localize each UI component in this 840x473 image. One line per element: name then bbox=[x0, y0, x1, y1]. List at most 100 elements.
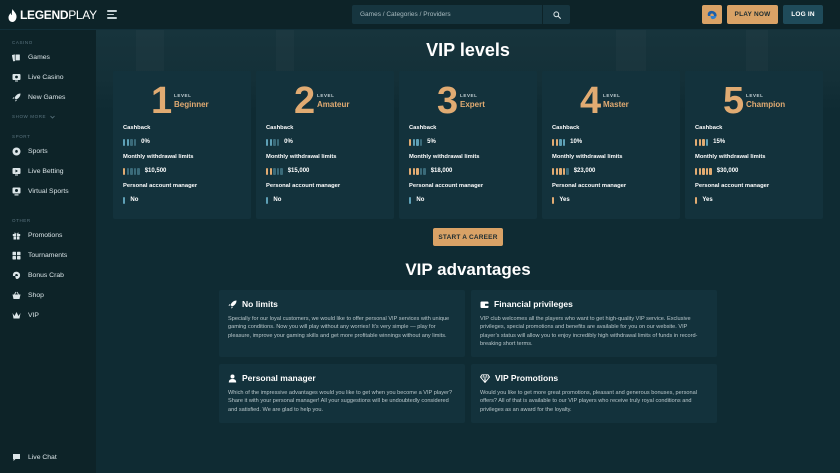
withdrawal-bars bbox=[266, 167, 283, 175]
manager-text: No bbox=[416, 197, 425, 203]
sidebar-item-promotions[interactable]: Promotions bbox=[12, 229, 62, 241]
manager-value: Yes bbox=[552, 196, 570, 204]
cashback-value: 10% bbox=[552, 138, 582, 146]
crab-icon bbox=[707, 10, 717, 19]
search-input[interactable] bbox=[352, 5, 542, 24]
sidebar-item-label: Promotions bbox=[28, 231, 63, 239]
level-name: Beginner bbox=[174, 100, 209, 109]
withdrawal-bar bbox=[123, 167, 126, 175]
cashback-label: Cashback bbox=[266, 125, 294, 131]
cashback-bar bbox=[419, 138, 423, 146]
sidebar-item-tournaments[interactable]: Tournaments bbox=[12, 249, 67, 261]
withdrawal-bar bbox=[130, 167, 133, 175]
sidebar-item-sports[interactable]: Sports bbox=[12, 145, 48, 157]
withdrawal-bars bbox=[409, 167, 426, 175]
cashback-value: 15% bbox=[695, 138, 725, 146]
sidebar-item-label: New Games bbox=[28, 93, 66, 101]
level-word: LEVEL bbox=[603, 93, 621, 98]
withdrawal-bar bbox=[705, 167, 709, 175]
withdrawal-text: $23,000 bbox=[573, 168, 596, 174]
cashback-bar bbox=[698, 138, 701, 146]
manager-bar bbox=[123, 196, 126, 204]
manager-bar bbox=[266, 196, 269, 204]
start-career-button[interactable]: START A CAREER bbox=[433, 228, 503, 246]
manager-bars bbox=[409, 196, 412, 204]
manager-bars bbox=[266, 196, 269, 204]
level-word: LEVEL bbox=[317, 93, 335, 98]
cashback-bar bbox=[269, 138, 272, 146]
play-now-button[interactable]: PLAY NOW bbox=[727, 5, 778, 24]
sidebar-item-virtual-sports[interactable]: Virtual Sports bbox=[12, 185, 69, 197]
level-name: Master bbox=[603, 100, 629, 109]
cashback-value: 0% bbox=[266, 138, 293, 146]
sidebar-item-live-casino[interactable]: Live Casino bbox=[12, 71, 64, 83]
sidebar-item-bonus-crab[interactable]: Bonus Crab bbox=[12, 269, 64, 281]
level-number: 2 bbox=[294, 80, 316, 122]
sidebar-item-label: Sports bbox=[28, 147, 48, 155]
live-chat-button[interactable]: Live Chat bbox=[12, 453, 57, 462]
gift-icon bbox=[12, 231, 21, 240]
cashback-label: Cashback bbox=[695, 125, 723, 131]
logo[interactable]: LEGENDPLAY bbox=[8, 8, 97, 22]
menu-icon[interactable] bbox=[107, 10, 117, 19]
advantage-text: Which of the impressive advantages would… bbox=[228, 390, 453, 413]
manager-bar bbox=[552, 196, 555, 204]
bonus-crab-button[interactable] bbox=[702, 5, 722, 24]
level-word: LEVEL bbox=[460, 93, 478, 98]
withdrawal-value: $23,000 bbox=[552, 167, 595, 175]
withdrawal-bar bbox=[133, 167, 137, 175]
level-word: LEVEL bbox=[174, 93, 192, 98]
vip-level-card: 3 LEVEL Expert Cashback 5% Monthly withd… bbox=[399, 71, 537, 219]
withdrawal-bar bbox=[137, 167, 140, 175]
withdrawal-label: Monthly withdrawal limits bbox=[266, 154, 337, 160]
show-more-label: SHOW MORE bbox=[12, 114, 47, 119]
person-icon bbox=[228, 374, 237, 382]
cashback-label: Cashback bbox=[123, 125, 151, 131]
sidebar-section-casino: CASINO bbox=[12, 40, 33, 45]
manager-label: Personal account manager bbox=[409, 183, 484, 189]
cashback-text: 0% bbox=[141, 139, 150, 145]
advantage-title: VIP Promotions bbox=[495, 373, 559, 383]
advantage-text: VIP club welcomes all the players who wa… bbox=[480, 316, 698, 348]
withdrawal-bar bbox=[709, 167, 712, 175]
login-button[interactable]: LOG IN bbox=[783, 5, 823, 24]
manager-value: Yes bbox=[695, 196, 713, 204]
withdrawal-bar bbox=[562, 167, 566, 175]
withdrawal-bar bbox=[126, 167, 129, 175]
sidebar-item-live-betting[interactable]: Live Betting bbox=[12, 165, 64, 177]
withdrawal-bar bbox=[702, 167, 705, 175]
top-bar: LEGENDPLAY PLAY NOW LOG IN bbox=[0, 0, 840, 30]
level-number: 1 bbox=[151, 80, 173, 122]
withdrawal-bar bbox=[566, 167, 569, 175]
vip-level-card: 4 LEVEL Master Cashback 10% Monthly with… bbox=[542, 71, 680, 219]
sidebar-item-vip[interactable]: VIP bbox=[12, 309, 39, 321]
manager-bars bbox=[695, 196, 698, 204]
search-bar bbox=[352, 5, 570, 24]
manager-label: Personal account manager bbox=[695, 183, 770, 189]
chat-bubble-icon bbox=[13, 454, 20, 461]
virtual-sports-icon bbox=[12, 187, 21, 196]
sidebar-item-new-games[interactable]: New Games bbox=[12, 91, 65, 103]
sidebar-item-games[interactable]: Games bbox=[12, 51, 50, 63]
soccer-ball-icon bbox=[12, 147, 21, 156]
cashback-bar bbox=[695, 138, 698, 146]
sidebar-item-shop[interactable]: Shop bbox=[12, 289, 44, 301]
advantage-title: No limits bbox=[242, 299, 278, 309]
cashback-bars bbox=[266, 138, 280, 146]
withdrawal-label: Monthly withdrawal limits bbox=[695, 154, 766, 160]
withdrawal-bar bbox=[555, 167, 558, 175]
withdrawal-bar bbox=[559, 167, 562, 175]
manager-value: No bbox=[266, 196, 281, 204]
cashback-bar bbox=[555, 138, 558, 146]
sidebar-item-label: Virtual Sports bbox=[28, 187, 69, 195]
search-button[interactable] bbox=[542, 5, 570, 24]
shop-basket-icon bbox=[12, 291, 21, 300]
crown-icon bbox=[12, 311, 21, 320]
show-more-link[interactable]: SHOW MORE bbox=[12, 114, 55, 119]
advantage-text: Would you like to get more great promoti… bbox=[480, 390, 697, 413]
withdrawal-text: $10,500 bbox=[144, 168, 167, 174]
level-name: Expert bbox=[460, 100, 485, 109]
live-betting-icon bbox=[12, 167, 21, 176]
cashback-bars bbox=[123, 138, 137, 146]
level-number: 3 bbox=[437, 80, 459, 122]
